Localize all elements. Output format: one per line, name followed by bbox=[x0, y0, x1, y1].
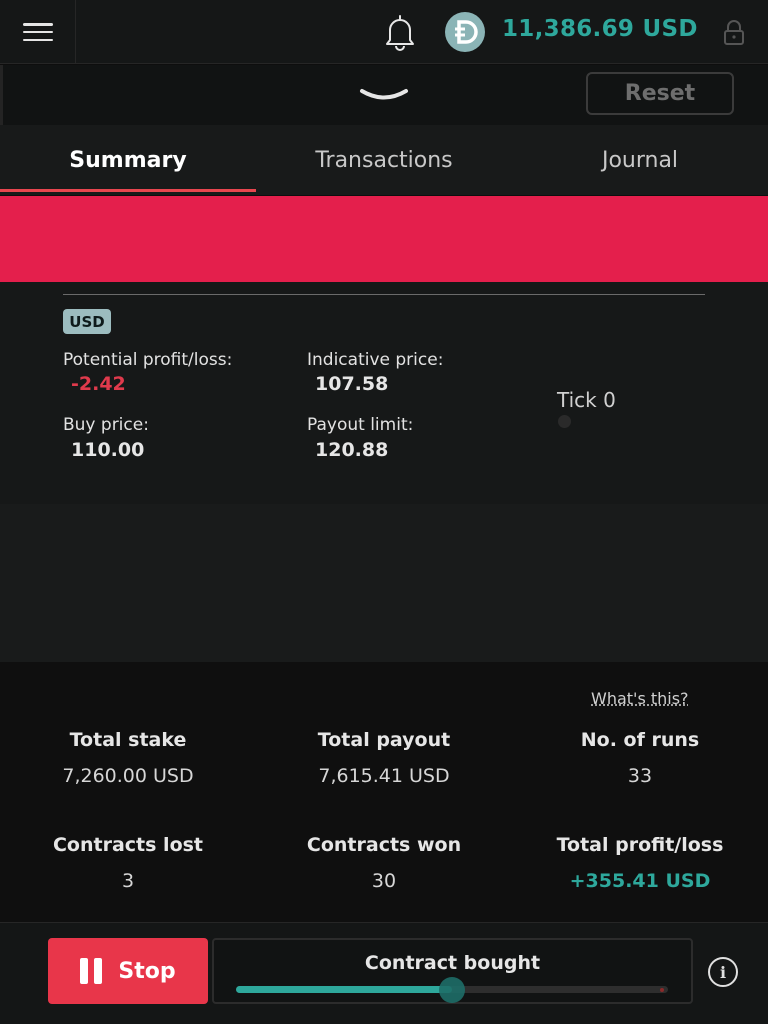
potential-pl-value: -2.42 bbox=[71, 373, 126, 395]
progress-fill bbox=[236, 986, 452, 993]
dcoin-currency-icon bbox=[445, 12, 485, 52]
payout-limit-value: 120.88 bbox=[315, 439, 389, 461]
hamburger-icon bbox=[22, 23, 53, 41]
tick-counter: Tick 0 bbox=[557, 388, 616, 412]
stat-runs: No. of runs 33 bbox=[512, 729, 768, 787]
runs-value: 33 bbox=[627, 765, 653, 787]
contracts-lost-label: Contracts lost bbox=[52, 834, 204, 856]
info-icon[interactable]: i bbox=[708, 957, 738, 987]
chevron-down-icon[interactable] bbox=[358, 86, 410, 104]
contracts-won-label: Contracts won bbox=[306, 834, 462, 856]
indicative-price-label: Indicative price: bbox=[307, 350, 444, 370]
contract-status-text: Contract bought bbox=[364, 952, 541, 974]
empty-panel bbox=[0, 504, 768, 662]
tab-bar: Summary Transactions Journal bbox=[0, 125, 768, 195]
card-divider bbox=[63, 294, 705, 295]
contracts-won-value: 30 bbox=[371, 870, 397, 892]
tab-journal[interactable]: Journal bbox=[512, 125, 768, 195]
total-pl-value: +355.41 USD bbox=[569, 870, 711, 892]
payout-limit-label: Payout limit: bbox=[307, 415, 414, 435]
account-balance[interactable]: 11,386.69 USD bbox=[502, 16, 698, 42]
notification-bell-icon[interactable] bbox=[380, 12, 420, 52]
pause-icon bbox=[80, 958, 103, 984]
buy-price-label: Buy price: bbox=[63, 415, 149, 435]
indicative-price-value: 107.58 bbox=[315, 373, 389, 395]
progress-knob bbox=[439, 977, 465, 1003]
contract-status-banner bbox=[0, 196, 768, 282]
stop-button[interactable]: Stop bbox=[48, 938, 208, 1004]
stat-contracts-lost: Contracts lost 3 bbox=[0, 834, 256, 892]
stat-contracts-won: Contracts won 30 bbox=[256, 834, 512, 892]
whats-this-link[interactable]: What's this? bbox=[591, 689, 689, 708]
total-stake-value: 7,260.00 USD bbox=[62, 765, 194, 787]
currency-badge: USD bbox=[63, 309, 111, 334]
tick-indicator-dot bbox=[558, 415, 571, 428]
total-pl-label: Total profit/loss bbox=[556, 834, 724, 856]
buy-price-value: 110.00 bbox=[71, 439, 145, 461]
tab-summary[interactable]: Summary bbox=[0, 125, 256, 195]
stat-total-payout: Total payout 7,615.41 USD bbox=[256, 729, 512, 787]
runs-label: No. of runs bbox=[580, 729, 700, 751]
potential-pl-label: Potential profit/loss: bbox=[63, 350, 233, 370]
total-payout-label: Total payout bbox=[317, 729, 451, 751]
progress-end-marker bbox=[660, 988, 664, 992]
tab-transactions[interactable]: Transactions bbox=[256, 125, 512, 195]
stop-label: Stop bbox=[118, 958, 176, 984]
hamburger-menu-button[interactable] bbox=[0, 0, 76, 64]
stat-total-stake: Total stake 7,260.00 USD bbox=[0, 729, 256, 787]
reset-button[interactable]: Reset bbox=[586, 72, 734, 115]
stat-total-profit-loss: Total profit/loss +355.41 USD bbox=[512, 834, 768, 892]
lock-icon bbox=[724, 20, 744, 45]
total-stake-label: Total stake bbox=[69, 729, 187, 751]
toolbar-divider bbox=[0, 65, 3, 125]
contracts-lost-value: 3 bbox=[121, 870, 135, 892]
top-bar: 11,386.69 USD bbox=[0, 0, 768, 64]
total-payout-value: 7,615.41 USD bbox=[318, 765, 450, 787]
